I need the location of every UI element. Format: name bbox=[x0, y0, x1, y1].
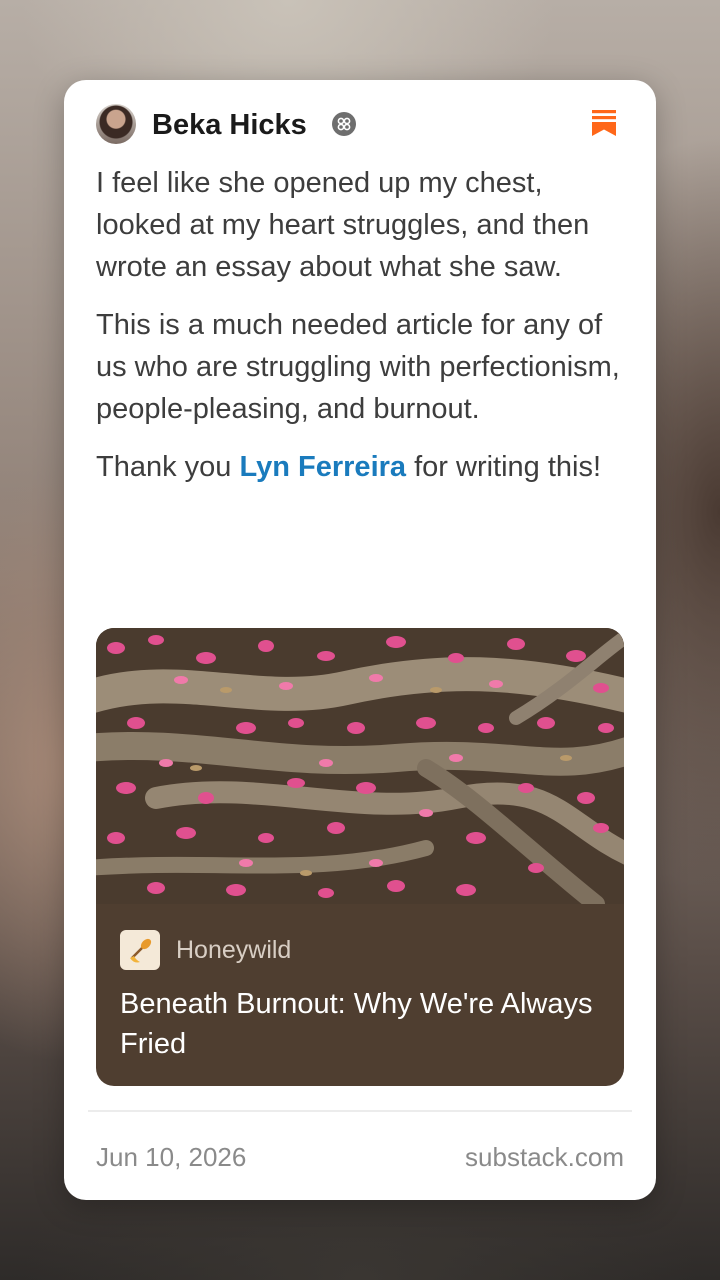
note-card[interactable]: Beka Hicks I feel like she opened up my … bbox=[64, 80, 656, 1200]
verified-badge-icon bbox=[332, 112, 356, 136]
substack-logo-icon bbox=[592, 110, 616, 136]
author-mention-link[interactable]: Lyn Ferreira bbox=[239, 451, 406, 483]
thank-you-text-end: for writing this! bbox=[406, 451, 602, 483]
note-date: Jun 10, 2026 bbox=[96, 1142, 247, 1172]
post-cover-image bbox=[96, 628, 624, 913]
publication-name: Honeywild bbox=[176, 936, 292, 964]
note-paragraph: I feel like she opened up my chest, look… bbox=[96, 167, 590, 283]
author-avatar[interactable] bbox=[96, 104, 136, 144]
divider bbox=[88, 1110, 632, 1112]
note-paragraph: Thank you Lyn Ferreira for writing this! bbox=[96, 446, 626, 488]
honey-dipper-icon bbox=[120, 930, 160, 970]
note-header: Beka Hicks bbox=[96, 104, 624, 144]
note-body: I feel like she opened up my chest, look… bbox=[96, 162, 626, 504]
thank-you-text: Thank you bbox=[96, 451, 240, 483]
note-paragraph: This is a much needed article for any of… bbox=[96, 309, 620, 425]
embedded-post-card[interactable]: Honeywild Beneath Burnout: Why We're Alw… bbox=[96, 628, 624, 1086]
embedded-post-title[interactable]: Beneath Burnout: Why We're Always Fried bbox=[120, 984, 600, 1064]
author-name[interactable]: Beka Hicks bbox=[152, 108, 307, 142]
source-domain[interactable]: substack.com bbox=[465, 1142, 624, 1173]
